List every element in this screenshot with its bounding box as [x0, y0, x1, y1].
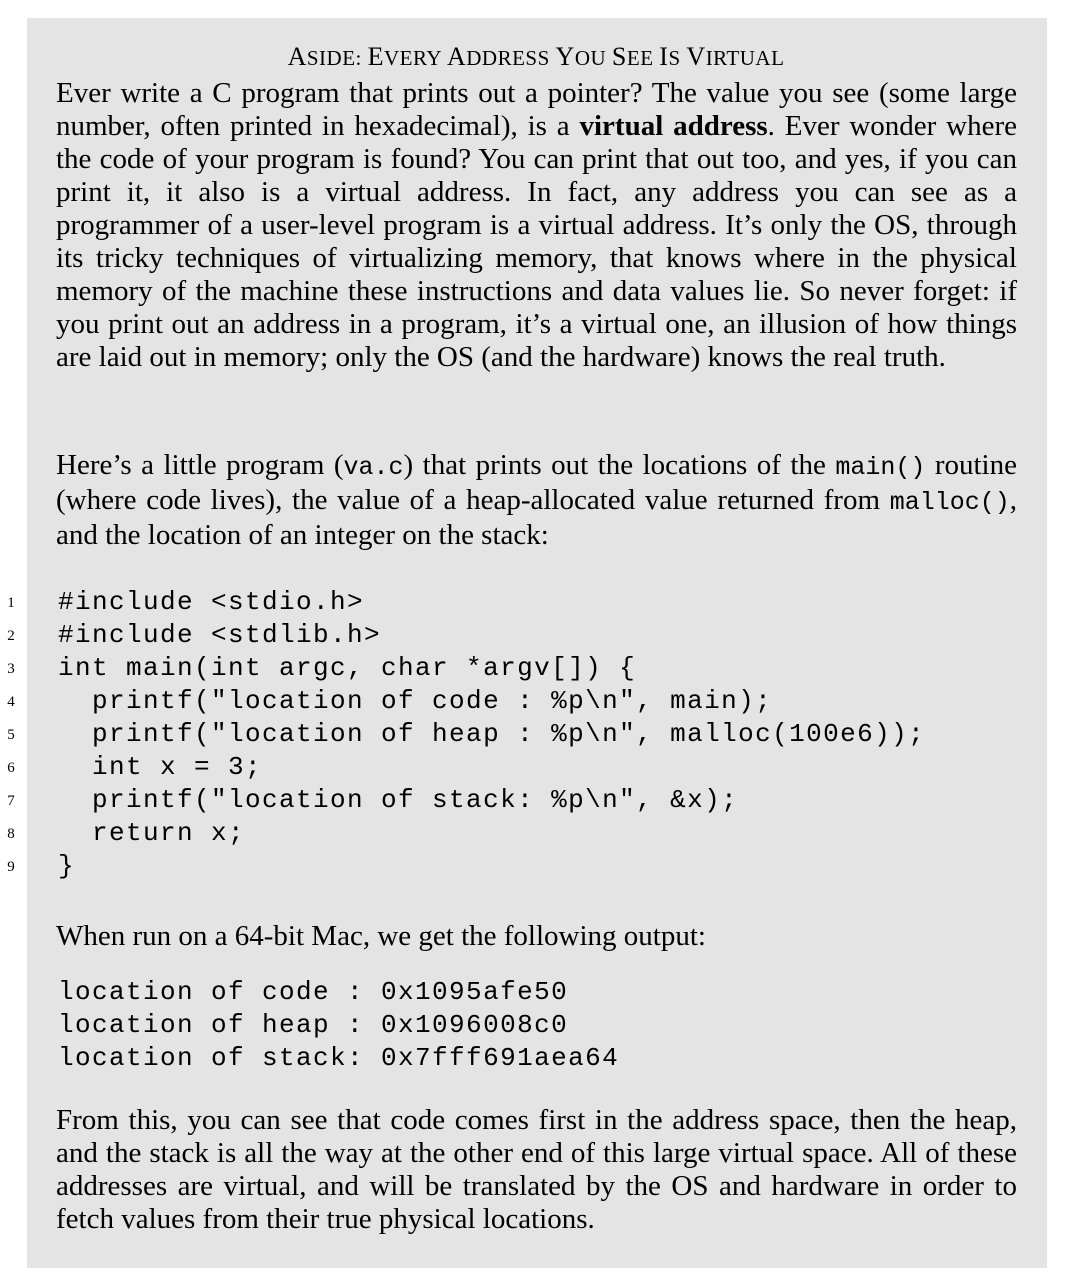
- output-line: location of stack: 0x7fff691aea64: [58, 1043, 620, 1073]
- line-number: 6: [7, 760, 15, 776]
- output-line: location of heap : 0x1096008c0: [58, 1010, 569, 1040]
- code-text: }: [58, 851, 76, 881]
- conclusion-paragraph: From this, you can see that code comes f…: [56, 1104, 1017, 1235]
- code-text: int main(int argc, char *argv[]) {: [58, 653, 637, 683]
- code-text: printf("location of code : %p\n", main);: [58, 686, 773, 716]
- line-number: 4: [7, 694, 15, 710]
- code-line: 9}: [0, 850, 1072, 883]
- line-number: 7: [7, 793, 15, 809]
- code-line: 6 int x = 3;: [0, 751, 1072, 784]
- code-text: int x = 3;: [58, 752, 263, 782]
- code-text: #include <stdio.h>: [58, 587, 365, 617]
- code-line: 1 #include <stdio.h>: [0, 586, 1072, 619]
- intro-paragraph: Ever write a C program that prints out a…: [56, 77, 1017, 373]
- line-number: 2: [7, 628, 15, 644]
- filename-va-c: va.c: [343, 453, 404, 482]
- code-text: #include <stdlib.h>: [58, 620, 382, 650]
- code-line: 8 return x;: [0, 817, 1072, 850]
- code-line: 3 int main(int argc, char *argv[]) {: [0, 652, 1072, 685]
- line-number: 1: [7, 595, 15, 611]
- main-function-ref: main(): [835, 453, 926, 482]
- code-line: 5 printf("location of heap : %p\n", mall…: [0, 718, 1072, 751]
- line-number: 5: [7, 727, 15, 743]
- title-part: ASIDE:: [287, 42, 368, 71]
- title-part: VIRTUAL: [686, 42, 785, 71]
- title-part: YOU: [555, 42, 612, 71]
- title-part: EVERY: [367, 42, 447, 71]
- output-line: location of code : 0x1095afe50: [58, 977, 569, 1007]
- line-number: 8: [7, 826, 15, 842]
- aside-title: ASIDE: EVERY ADDRESS YOU SEE IS VIRTUAL: [0, 40, 1072, 75]
- code-line: 2 #include <stdlib.h>: [0, 619, 1072, 652]
- code-listing: 1 #include <stdio.h> 2 #include <stdlib.h>…: [0, 586, 1072, 883]
- code-line: 4 printf("location of code : %p\n", main…: [0, 685, 1072, 718]
- line-number: 9: [7, 859, 15, 875]
- title-part: SEE: [611, 42, 660, 71]
- program-intro-paragraph: Here’s a little program (va.c) that prin…: [56, 449, 1017, 551]
- malloc-function-ref: malloc(): [889, 488, 1010, 517]
- code-text: printf("location of heap : %p\n", malloc…: [58, 719, 926, 749]
- run-description: When run on a 64-bit Mac, we get the fol…: [56, 920, 706, 952]
- code-text: printf("location of stack: %p\n", &x);: [58, 785, 739, 815]
- line-number: 3: [7, 661, 15, 677]
- code-text: return x;: [58, 818, 246, 848]
- title-part: ADDRESS: [446, 42, 556, 71]
- program-output: location of code : 0x1095afe50 location …: [58, 976, 619, 1075]
- virtual-address-term: virtual address: [579, 110, 768, 142]
- title-part: IS: [659, 42, 687, 71]
- code-line: 7 printf("location of stack: %p\n", &x);: [0, 784, 1072, 817]
